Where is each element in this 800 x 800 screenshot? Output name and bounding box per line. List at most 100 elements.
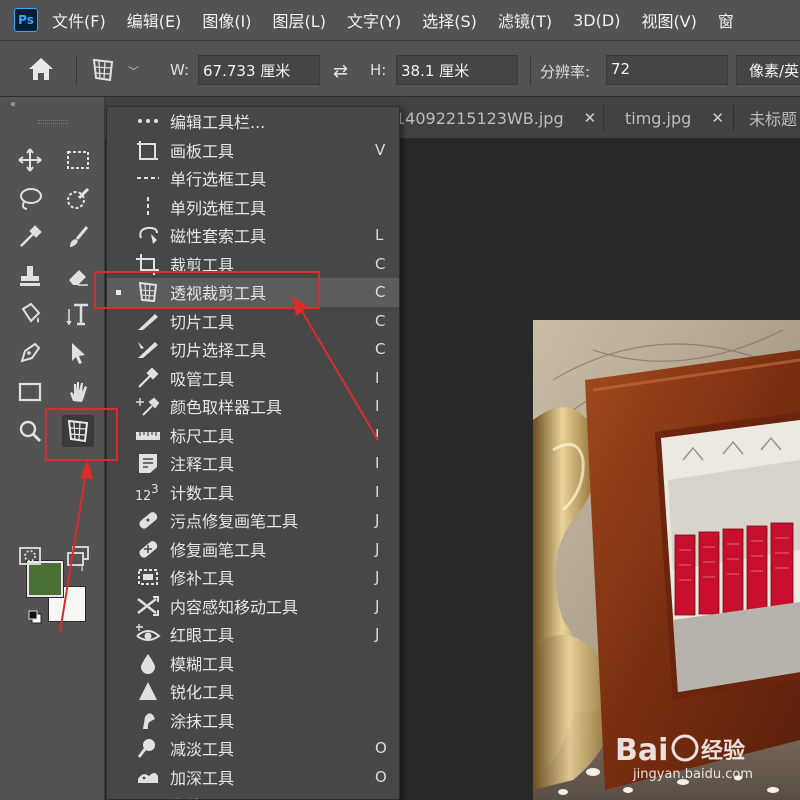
single-column-marquee-icon <box>147 196 149 217</box>
flyout-item-dodge[interactable]: 减淡工具 O <box>107 734 399 763</box>
flyout-item-content-aware-move[interactable]: 内容感知移动工具 J <box>107 592 399 621</box>
flyout-item-patch[interactable]: 修补工具 J <box>107 563 399 592</box>
flyout-item-dots[interactable]: 编辑工具栏... <box>107 107 399 136</box>
menu-layer[interactable]: 图层(L) <box>273 8 326 32</box>
flyout-item-slice-select[interactable]: 切片选择工具 C <box>107 335 399 364</box>
flyout-item-note[interactable]: 注释工具 I <box>107 449 399 478</box>
lasso-icon <box>20 188 42 210</box>
menu-type[interactable]: 文字(Y) <box>347 8 401 32</box>
flyout-item-label: 涂抹工具 <box>170 711 235 731</box>
panel-grip[interactable] <box>38 120 68 124</box>
flyout-item-shortcut: O <box>375 796 387 799</box>
perspective-crop-icon[interactable] <box>90 57 116 83</box>
path-select-icon <box>72 343 85 364</box>
highlight-toolbar-tool <box>45 408 118 461</box>
flyout-item-healing-brush[interactable]: 修复画笔工具 J <box>107 535 399 564</box>
quick-select-tool[interactable] <box>62 183 94 215</box>
rectangle-tool[interactable] <box>14 376 46 408</box>
flyout-item-color-sampler[interactable]: 颜色取样器工具 I <box>107 392 399 421</box>
menu-file[interactable]: 文件(F) <box>52 8 106 32</box>
marquee-tool[interactable] <box>62 144 94 176</box>
flyout-item-shortcut: I <box>375 425 380 444</box>
menu-view[interactable]: 视图(V) <box>641 8 696 32</box>
single-row-marquee-icon <box>137 177 159 179</box>
lasso-tool[interactable] <box>14 183 46 215</box>
flyout-item-blur[interactable]: 模糊工具 <box>107 649 399 678</box>
eyedropper-tool[interactable] <box>14 221 46 253</box>
document-image[interactable]: Bai 经验 jingyan.baidu.com <box>533 320 800 800</box>
note-icon <box>139 454 157 473</box>
flyout-item-eyedropper[interactable]: 吸管工具 I <box>107 364 399 393</box>
width-field[interactable]: 67.733 厘米 <box>198 55 320 85</box>
type-tool[interactable] <box>62 298 94 330</box>
menu-window[interactable]: 窗 <box>718 8 734 32</box>
menu-edit[interactable]: 编辑(E) <box>127 8 182 32</box>
flyout-item-shortcut: I <box>375 482 380 501</box>
menu-filter[interactable]: 滤镜(T) <box>498 8 552 32</box>
flyout-item-smudge[interactable]: 涂抹工具 <box>107 706 399 735</box>
flyout-item-sharpen[interactable]: 锐化工具 <box>107 677 399 706</box>
eyedropper-icon <box>138 366 159 388</box>
menu-image[interactable]: 图像(I) <box>202 8 251 32</box>
tab-document-3[interactable]: 未标题 <box>749 97 797 139</box>
flyout-item-label: 模糊工具 <box>170 654 235 674</box>
sharpen-icon <box>139 682 157 700</box>
red-eye-icon <box>136 624 161 641</box>
close-icon[interactable]: ✕ <box>584 109 597 127</box>
flyout-item-magnetic-lasso[interactable]: 磁性套索工具 L <box>107 221 399 250</box>
burn-icon <box>138 772 158 783</box>
path-select-tool[interactable] <box>62 337 94 369</box>
flyout-item-ruler[interactable]: 标尺工具 I <box>107 421 399 450</box>
flyout-item-single-row-marquee[interactable]: 单行选框工具 <box>107 164 399 193</box>
flyout-item-count[interactable]: 1 2 3 计数工具 I <box>107 478 399 507</box>
quick-mask-button[interactable] <box>14 540 46 572</box>
flyout-item-red-eye[interactable]: 红眼工具 J <box>107 620 399 649</box>
default-colors-icon[interactable] <box>28 610 42 624</box>
magnetic-lasso-icon <box>139 226 158 244</box>
flyout-item-shortcut: L <box>375 226 384 245</box>
svg-text:3: 3 <box>151 482 159 496</box>
paint-bucket-tool[interactable] <box>14 298 46 330</box>
tab-divider <box>733 105 734 131</box>
flyout-item-label: 编辑工具栏... <box>170 113 266 133</box>
height-field[interactable]: 38.1 厘米 <box>396 55 518 85</box>
flyout-item-artboard[interactable]: 画板工具 V <box>107 136 399 165</box>
paint-bucket-icon <box>21 302 41 323</box>
pen-tool[interactable] <box>14 337 46 369</box>
flyout-item-label: 注释工具 <box>170 455 235 475</box>
zoom-tool[interactable] <box>14 415 46 447</box>
menu-select[interactable]: 选择(S) <box>422 8 477 32</box>
dodge-icon <box>137 739 155 758</box>
flyout-item-label: 画板工具 <box>170 141 235 161</box>
quick-select-icon <box>67 187 90 209</box>
close-icon[interactable]: ✕ <box>711 109 724 127</box>
quick-mask-icon <box>19 547 41 565</box>
flyout-item-single-column-marquee[interactable]: 单列选框工具 <box>107 193 399 222</box>
swap-dimensions-icon[interactable]: ⇄ <box>333 61 348 82</box>
tab-document-2[interactable]: timg.jpg ✕ <box>625 97 724 139</box>
flyout-item-sponge[interactable]: 海绵工具 O <box>107 791 399 799</box>
move-tool[interactable] <box>14 144 46 176</box>
resolution-field[interactable]: 72 <box>606 55 728 85</box>
resolution-label: 分辨率: <box>540 63 591 81</box>
flyout-item-slice[interactable]: 切片工具 C <box>107 307 399 336</box>
stamp-tool[interactable] <box>14 260 46 292</box>
eraser-tool[interactable] <box>62 260 94 292</box>
slice-select-icon <box>138 342 158 358</box>
tab-document-1[interactable]: 14092215123WB.jpg ✕ <box>395 97 596 139</box>
screen-mode-icon <box>67 546 89 566</box>
slice-icon <box>138 313 158 330</box>
hand-tool[interactable] <box>62 376 94 408</box>
flyout-item-label: 颜色取样器工具 <box>170 398 283 418</box>
screen-mode-button[interactable] <box>62 540 94 572</box>
options-bar: ﹀ W: 67.733 厘米 ⇄ H: 38.1 厘米 分辨率: 72 像素/英 <box>0 40 800 97</box>
flyout-item-burn[interactable]: 加深工具 O <box>107 763 399 792</box>
flyout-item-spot-healing[interactable]: 污点修复画笔工具 J <box>107 506 399 535</box>
resolution-unit-select[interactable]: 像素/英 <box>736 55 800 85</box>
photoshop-logo[interactable]: Ps <box>14 8 38 32</box>
collapse-panel-icon[interactable]: ‹‹ <box>10 99 16 110</box>
menu-3d[interactable]: 3D(D) <box>573 11 620 30</box>
home-icon[interactable] <box>26 55 56 83</box>
tool-preset-chevron-down-icon[interactable]: ﹀ <box>128 63 139 79</box>
brush-tool[interactable] <box>62 221 94 253</box>
